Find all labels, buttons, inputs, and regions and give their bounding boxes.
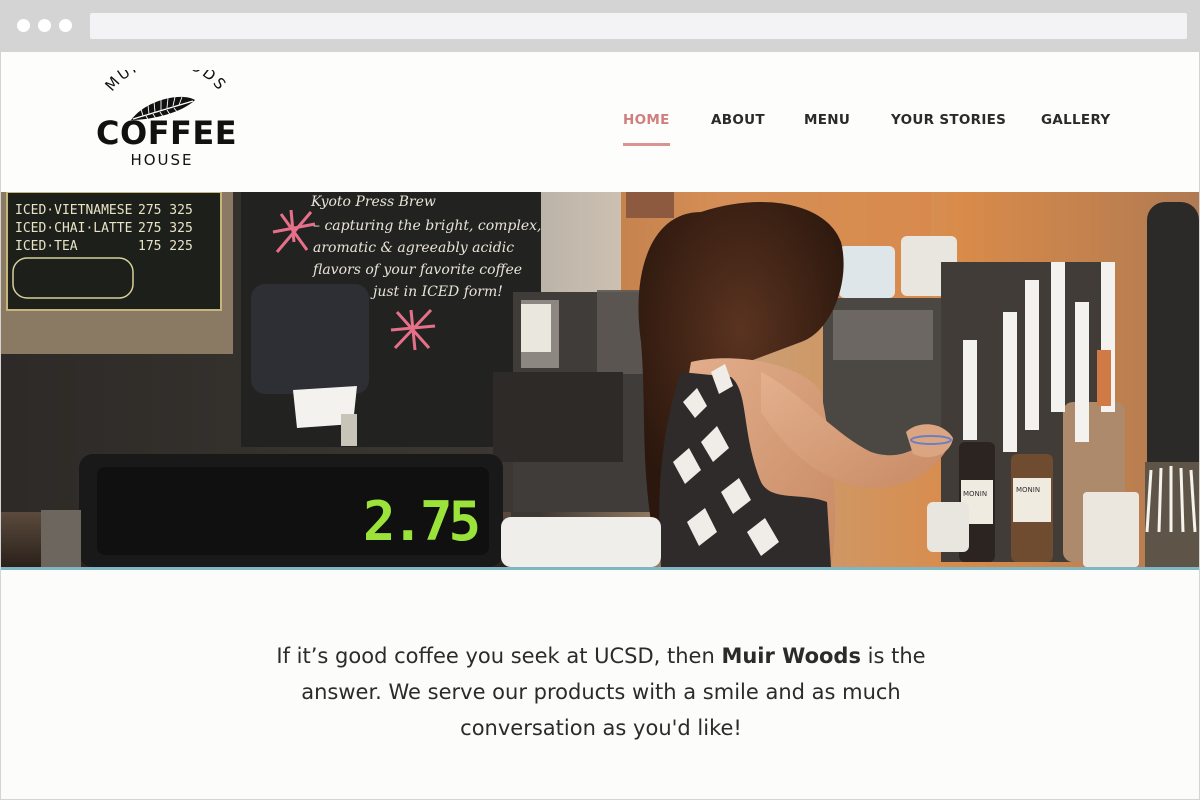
svg-text:– capturing the bright, comple: – capturing the bright, complex, xyxy=(313,218,541,234)
address-bar[interactable] xyxy=(90,13,1187,39)
intro-text-brand: Muir Woods xyxy=(721,644,861,668)
svg-text:275 325: 275 325 xyxy=(138,203,193,218)
site-logo[interactable]: MUIR WOODS xyxy=(91,52,238,174)
window-minimize-dot[interactable] xyxy=(38,19,51,32)
hero-accent-line xyxy=(1,567,1199,570)
hero-image: ICED·VIETNAMESE ICED·CHAI·LATTE ICED·TEA… xyxy=(1,192,1199,567)
nav-about[interactable]: ABOUT xyxy=(711,112,765,128)
intro-text-start: If it’s good coffee you seek at UCSD, th… xyxy=(276,644,722,668)
svg-text:ICED·CHAI·LATTE: ICED·CHAI·LATTE xyxy=(15,221,132,236)
svg-text:Kyoto Press Brew: Kyoto Press Brew xyxy=(310,194,436,210)
window-maximize-dot[interactable] xyxy=(59,19,72,32)
web-page: MUIR WOODS xyxy=(1,52,1199,799)
svg-text:ICED·TEA: ICED·TEA xyxy=(15,239,78,254)
nav-menu[interactable]: MENU xyxy=(804,112,850,128)
logo-arc-text: MUIR WOODS xyxy=(101,70,230,95)
logo-coffee-text: COFFEE xyxy=(96,114,238,152)
window-close-dot[interactable] xyxy=(17,19,30,32)
nav-home[interactable]: HOME xyxy=(623,112,670,146)
hero-photo-illustration: ICED·VIETNAMESE ICED·CHAI·LATTE ICED·TEA… xyxy=(1,192,1199,567)
nav-your-stories[interactable]: YOUR STORIES xyxy=(891,112,1006,128)
logo-house-text: HOUSE xyxy=(130,151,194,169)
browser-toolbar xyxy=(0,0,1200,52)
svg-text:2.75: 2.75 xyxy=(363,490,478,553)
intro-text: If it’s good coffee you seek at UCSD, th… xyxy=(251,638,951,746)
nav-gallery[interactable]: GALLERY xyxy=(1041,112,1111,128)
svg-text:aromatic & agreeably acidic: aromatic & agreeably acidic xyxy=(313,240,514,256)
svg-text:MONIN: MONIN xyxy=(1016,486,1040,494)
svg-text:flavors of your favorite coffe: flavors of your favorite coffee xyxy=(312,262,522,278)
svg-text:just in ICED form!: just in ICED form! xyxy=(370,284,503,300)
svg-text:275 325: 275 325 xyxy=(138,221,193,236)
site-header: MUIR WOODS xyxy=(1,52,1199,192)
svg-text:175 225: 175 225 xyxy=(138,239,193,254)
main-nav: HOME ABOUT MENU YOUR STORIES GALLERY xyxy=(601,112,1161,148)
menu-board: ICED·VIETNAMESE ICED·CHAI·LATTE ICED·TEA… xyxy=(1,192,233,354)
browser-window: MUIR WOODS xyxy=(0,0,1200,800)
svg-text:MONIN: MONIN xyxy=(963,490,987,498)
svg-text:ICED·VIETNAMESE: ICED·VIETNAMESE xyxy=(15,203,132,218)
